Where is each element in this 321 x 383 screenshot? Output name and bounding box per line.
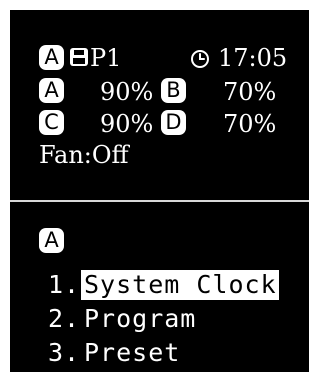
clock-icon xyxy=(191,50,209,68)
channel-b-value: 70% xyxy=(223,78,277,106)
channel-badge-a: A xyxy=(39,45,64,70)
channel-row-ab: A 90% B 70% xyxy=(10,76,309,108)
time-display: 17:05 xyxy=(218,44,288,72)
menu-item-label[interactable]: Program xyxy=(84,304,196,334)
lcd-screen: A P1 17:05 A 90% B 70% C 90% D 70% Fan:O… xyxy=(10,10,309,372)
channel-d-value: 70% xyxy=(223,110,277,138)
preset-label: P1 xyxy=(90,44,122,72)
menu-item[interactable]: 2. Program xyxy=(10,303,309,335)
floppy-disk-icon xyxy=(70,48,88,66)
menu-item-label[interactable]: Preset xyxy=(84,338,180,368)
menu-item-label-selected[interactable]: System Clock xyxy=(81,270,279,300)
menu-item[interactable]: 3. Preset xyxy=(10,337,309,369)
divider xyxy=(10,200,309,202)
fan-status: Fan:Off xyxy=(39,141,129,169)
channel-row-cd: C 90% D 70% xyxy=(10,108,309,140)
channel-badge-a: A xyxy=(39,78,64,103)
menu-item-number: 2. xyxy=(48,304,81,333)
channel-badge-c: C xyxy=(39,110,64,135)
fan-row: Fan:Off xyxy=(10,139,309,171)
channel-a-value: 90% xyxy=(100,78,154,106)
status-row: A P1 17:05 xyxy=(10,43,309,75)
channel-badge-d: D xyxy=(161,110,186,135)
menu-item-number: 1. xyxy=(48,270,81,299)
channel-badge-b: B xyxy=(161,78,186,103)
menu-channel-badge: A xyxy=(39,228,64,253)
menu-item-number: 3. xyxy=(48,338,81,367)
channel-c-value: 90% xyxy=(100,110,154,138)
menu-item[interactable]: 1. System Clock xyxy=(10,269,309,301)
